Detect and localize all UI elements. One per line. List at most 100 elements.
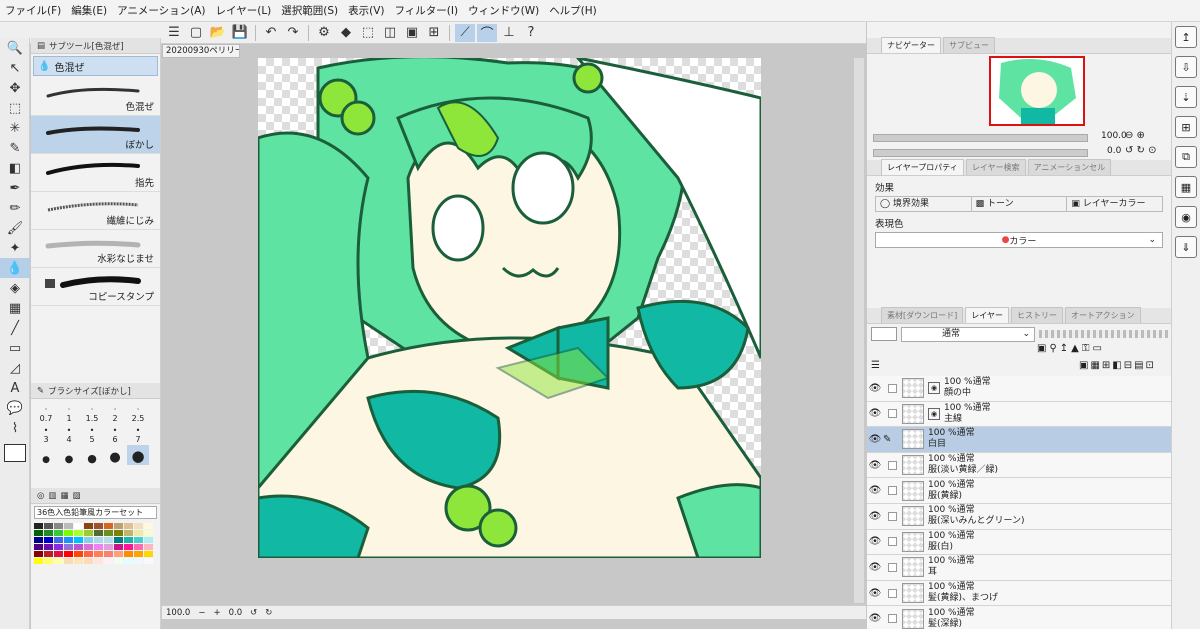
color-panel-tabs[interactable]: ◎ ▥ ▦ ▨ (31, 488, 160, 504)
color-swatch[interactable] (114, 558, 123, 564)
brush-size-option[interactable]: • 6 (104, 424, 126, 444)
brush-item[interactable]: 色混ぜ (31, 78, 160, 116)
menu-icon[interactable]: ☰ (164, 24, 184, 42)
color-swatch[interactable] (44, 551, 53, 557)
brush-size-option[interactable]: ● (104, 445, 126, 465)
blend-mode-select[interactable]: 通常 ⌄ (901, 326, 1035, 342)
calendar-icon[interactable]: ▦ (1175, 176, 1197, 198)
nav-rotate-controls-icon[interactable]: ↺ ↻ ⊙ (1125, 145, 1157, 156)
color-swatch[interactable] (124, 523, 133, 529)
redo-icon[interactable]: ↷ (283, 24, 303, 42)
color-swatch[interactable] (104, 523, 113, 529)
drawing-canvas[interactable] (258, 58, 761, 558)
color-swatch[interactable] (94, 523, 103, 529)
nav-zoom-value[interactable]: 100.0 (1101, 131, 1127, 141)
color-swatch[interactable] (44, 537, 53, 543)
brush-tool-icon[interactable]: 🖌 (0, 218, 30, 238)
color-swatch[interactable] (44, 544, 53, 550)
open-icon[interactable]: 📂 (208, 24, 228, 42)
color-swatch[interactable] (34, 544, 43, 550)
rotate-left-icon[interactable]: ↺ (250, 608, 257, 618)
camera-icon[interactable]: ◉ (1175, 206, 1197, 228)
layer-color-button[interactable]: ▣ レイヤーカラー (1067, 197, 1162, 211)
color-swatch[interactable] (44, 523, 53, 529)
menu-filter[interactable]: フィルター(I) (390, 0, 464, 22)
layer-row[interactable]: 👁 100 %通常 服(深いみんとグリーン) (867, 503, 1172, 530)
color-swatch[interactable] (134, 551, 143, 557)
menu-file[interactable]: ファイル(F) (0, 0, 66, 22)
color-swatch[interactable] (114, 523, 123, 529)
zoom-in-icon[interactable]: + (213, 608, 220, 618)
menu-selection[interactable]: 選択範囲(S) (276, 0, 343, 22)
transform-icon[interactable]: ⬚ (358, 24, 378, 42)
brush-size-option[interactable]: · 2.5 (127, 403, 149, 423)
eye-icon[interactable]: 👁 (867, 460, 883, 471)
color-swatch[interactable] (134, 523, 143, 529)
brush-size-tab[interactable]: ✎ ブラシサイズ[ぼかし] (31, 383, 160, 399)
layer-row[interactable]: 👁 100 %通常 服(黄緑) (867, 478, 1172, 504)
nav-rotation-value[interactable]: 0.0 (1107, 146, 1121, 156)
eye-icon[interactable]: 👁 (867, 383, 883, 394)
blend-tool-icon[interactable]: 💧 (0, 258, 30, 278)
color-swatch[interactable] (54, 551, 63, 557)
color-swatch[interactable] (144, 537, 153, 543)
layer-row[interactable]: 👁 100 %通常 髪(深緑) (867, 606, 1172, 629)
color-swatch[interactable] (124, 544, 133, 550)
tab-navigator[interactable]: ナビゲーター (881, 37, 941, 53)
color-swatch[interactable] (84, 544, 93, 550)
brush-size-option[interactable]: • 7 (127, 424, 149, 444)
color-swatch[interactable] (84, 558, 93, 564)
tab-layer-search[interactable]: レイヤー検索 (965, 159, 1026, 175)
menu-window[interactable]: ウィンドウ(W) (463, 0, 544, 22)
brush-item[interactable]: 水彩なじませ (31, 230, 160, 268)
tab-material[interactable]: 素材[ダウンロード] (881, 307, 964, 323)
eye-icon[interactable]: 👁 (867, 588, 883, 599)
pen-tool-icon[interactable]: ✒ (0, 178, 30, 198)
selection-tool-icon[interactable]: ⬚ (0, 98, 30, 118)
color-swatch[interactable] (54, 537, 63, 543)
layer-tool-icons-row2[interactable]: ▣▦⊞◧⊟▤⊡ (1079, 360, 1156, 371)
color-set-icon[interactable]: ▦ (60, 491, 68, 501)
brush-size-option[interactable]: • 3 (35, 424, 57, 444)
grid-icon[interactable]: ⊞ (1175, 116, 1197, 138)
color-wheel-icon[interactable]: ◎ (37, 491, 44, 501)
ruler-tool-icon[interactable]: ◿ (0, 358, 30, 378)
upload-icon[interactable]: ↥ (1175, 26, 1197, 48)
color-swatch[interactable] (64, 530, 73, 536)
fill-tool-icon[interactable]: ◈ (0, 278, 30, 298)
layer-checkbox[interactable] (888, 460, 897, 470)
layer-checkbox[interactable] (888, 409, 897, 419)
layer-checkbox[interactable] (888, 562, 897, 572)
brush-size-option[interactable]: · 0.7 (35, 403, 57, 423)
layer-row[interactable]: 👁 ✎ 100 %通常 白目 (867, 427, 1172, 453)
zoom-tool-icon[interactable]: 🔍 (0, 38, 30, 58)
color-swatch[interactable] (144, 530, 153, 536)
tab-subview[interactable]: サブビュー (943, 37, 995, 53)
new-canvas-icon[interactable]: ▢ (186, 24, 206, 42)
intermediate-color-icon[interactable]: ▨ (72, 491, 80, 501)
brush-size-option[interactable]: ● (35, 445, 57, 465)
expression-color-select[interactable]: ● カラー ⌄ (875, 232, 1163, 248)
color-swatch[interactable] (94, 551, 103, 557)
layer-checkbox[interactable] (888, 511, 897, 521)
brush-size-option[interactable]: · 1.5 (81, 403, 103, 423)
color-swatch[interactable] (114, 544, 123, 550)
color-swatch[interactable] (124, 551, 133, 557)
color-swatch[interactable] (104, 537, 113, 543)
export-icon[interactable]: ⇓ (1175, 236, 1197, 258)
layer-color-swatch[interactable] (871, 327, 897, 341)
layer-tool-icons-row1[interactable]: ▣⚲↥▲⚿▭ (1037, 343, 1105, 354)
brush-size-option-selected[interactable]: ● (127, 445, 149, 465)
color-slider-icon[interactable]: ▥ (48, 491, 56, 501)
color-swatch[interactable] (144, 544, 153, 550)
layer-row[interactable]: 👁 ◉ 100 %通常 主線 (867, 401, 1172, 428)
auto-select-tool-icon[interactable]: ✳ (0, 118, 30, 138)
color-swatch[interactable] (94, 558, 103, 564)
layer-checkbox[interactable] (888, 614, 897, 624)
menu-view[interactable]: 表示(V) (343, 0, 389, 22)
eye-icon[interactable]: 👁 (867, 485, 883, 496)
tab-auto-action[interactable]: オートアクション (1065, 307, 1141, 323)
color-swatch[interactable] (34, 551, 43, 557)
color-swatch[interactable] (44, 530, 53, 536)
vertical-scrollbar[interactable] (854, 58, 864, 603)
